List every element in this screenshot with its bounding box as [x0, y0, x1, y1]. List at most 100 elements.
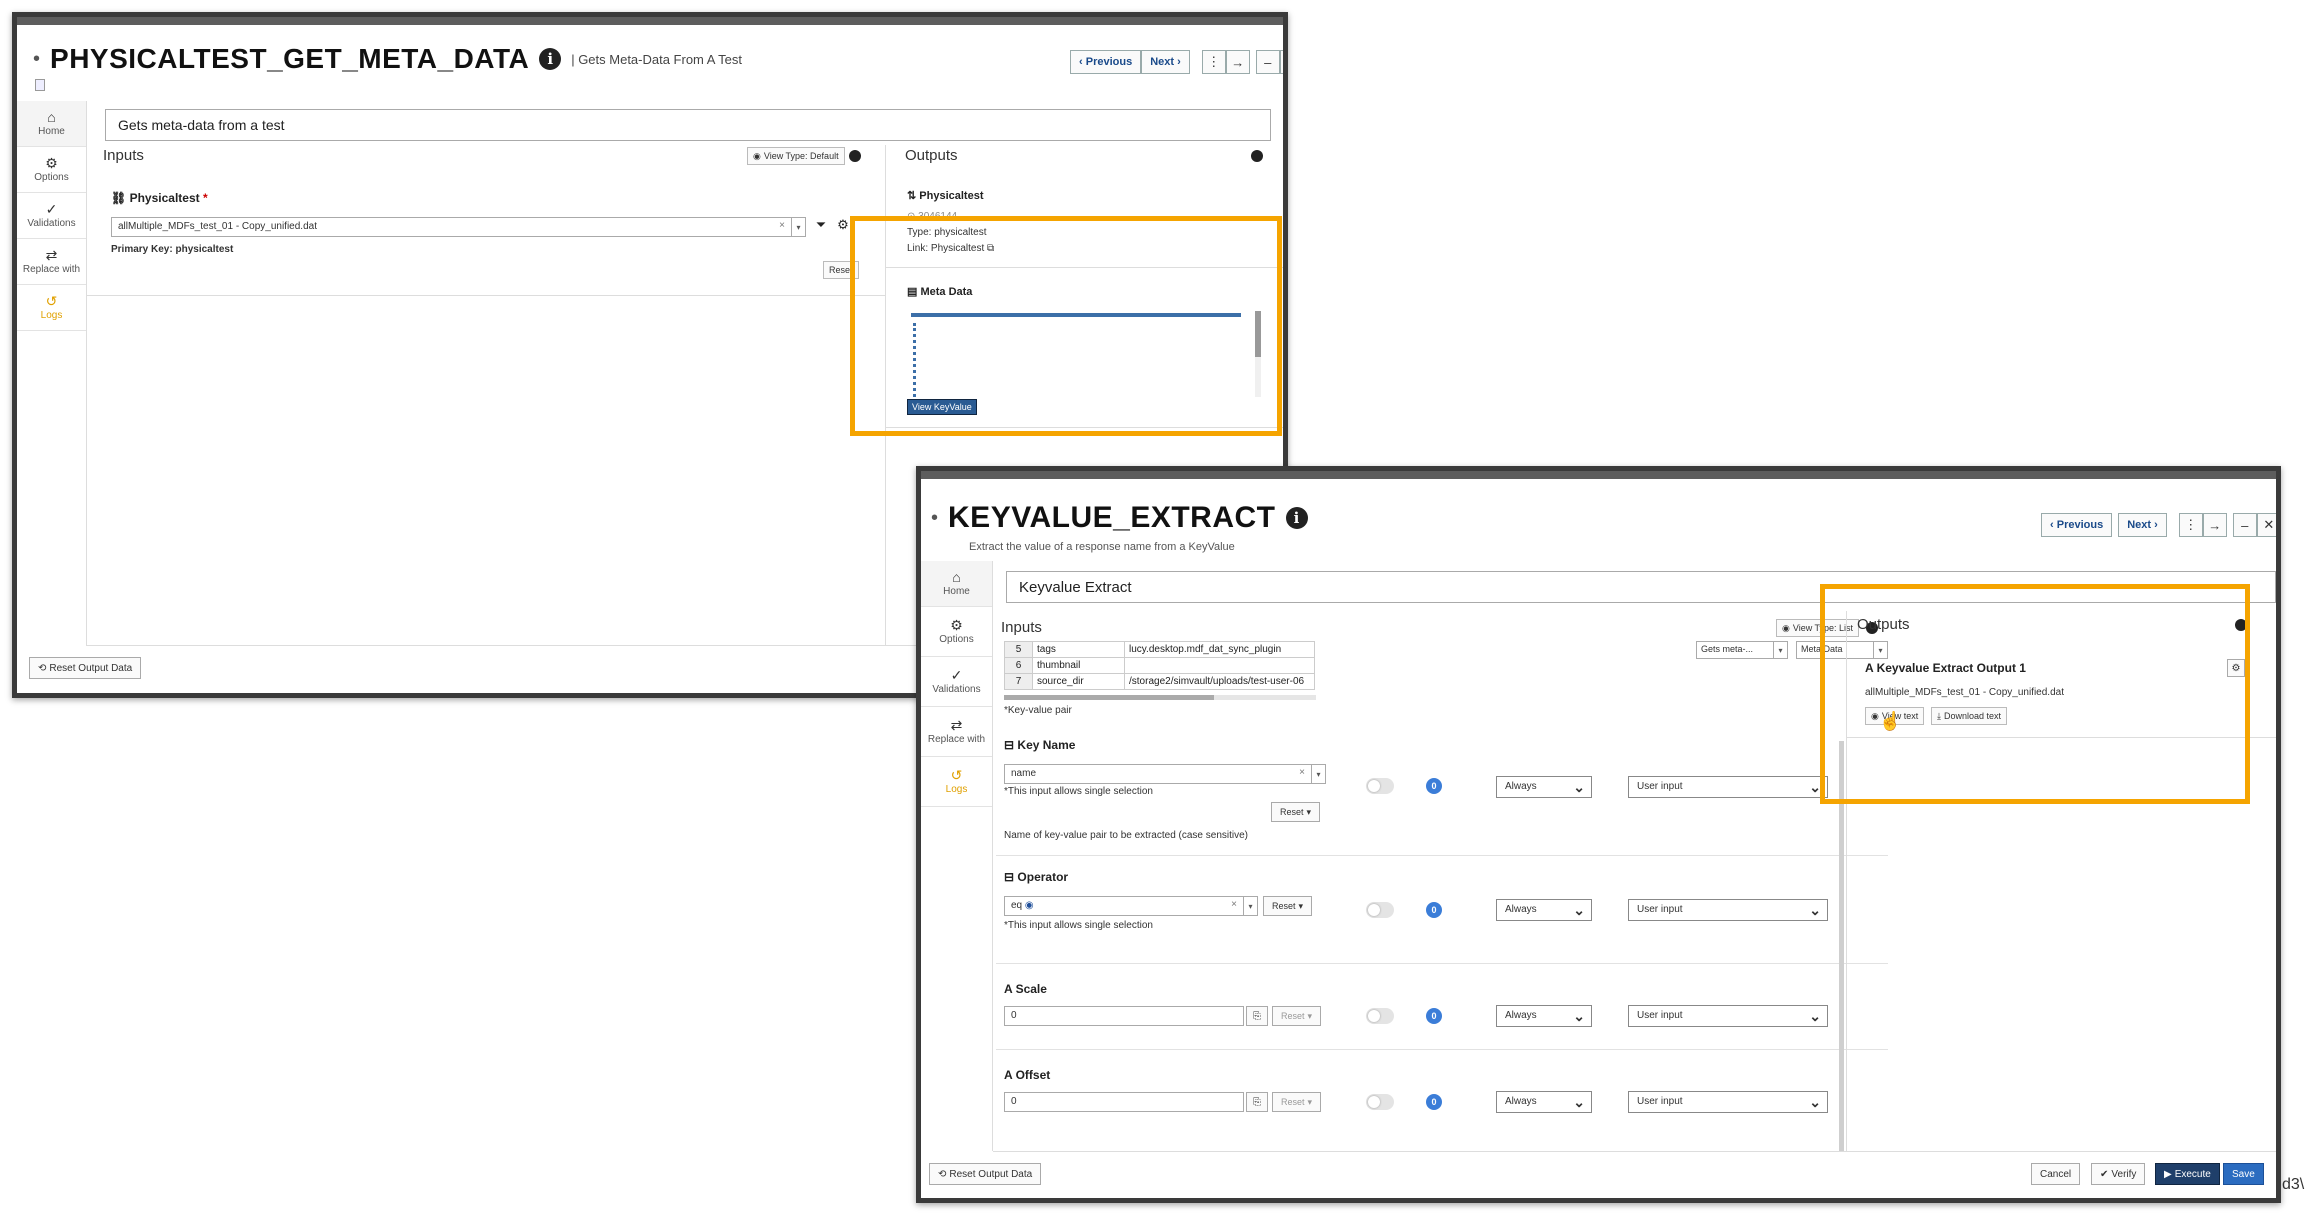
- sidebar-item-logs[interactable]: ↺ Logs: [921, 757, 992, 807]
- reset-label: Reset: [1280, 807, 1304, 817]
- inputs-label: Inputs: [1001, 619, 1042, 636]
- reset-button[interactable]: Reset ▾: [1263, 896, 1313, 916]
- arrow-right-icon[interactable]: →: [2202, 513, 2227, 537]
- arrow-right-icon[interactable]: →: [1225, 50, 1250, 74]
- sort-icon: ⇅: [907, 190, 917, 202]
- sidebar-item-validations[interactable]: ✓ Validations: [17, 193, 86, 239]
- more-icon[interactable]: ⋮: [1201, 50, 1226, 74]
- source-select-2[interactable]: Meta Data ▾: [1796, 641, 1888, 659]
- clear-icon[interactable]: ×: [1231, 899, 1237, 910]
- cancel-button[interactable]: Cancel: [2031, 1163, 2081, 1185]
- settings-icon[interactable]: [1251, 150, 1263, 162]
- description-field[interactable]: Keyvalue Extract: [1006, 571, 2276, 603]
- sidebar-item-logs[interactable]: ↺ Logs: [17, 285, 86, 331]
- toggle-switch[interactable]: [1366, 902, 1394, 918]
- verify-button[interactable]: ✔ Verify: [2091, 1163, 2146, 1185]
- source-dropdown[interactable]: User input ⌄: [1628, 776, 1828, 798]
- key-name-select[interactable]: name × ▾: [1004, 764, 1326, 784]
- previous-button[interactable]: ‹ Previous: [1070, 50, 1142, 74]
- sidebar-item-replace-with[interactable]: ⇄ Replace with: [17, 239, 86, 285]
- chevron-down-icon[interactable]: ▾: [1773, 642, 1787, 658]
- chevron-down-icon[interactable]: ▾: [791, 218, 805, 236]
- offset-input[interactable]: 0: [1004, 1092, 1244, 1112]
- table-icon: ▤: [907, 286, 918, 298]
- download-text-button[interactable]: ⤓ Download text: [1931, 707, 2008, 725]
- source-dropdown[interactable]: User input ⌄: [1628, 1005, 1828, 1027]
- minimize-icon[interactable]: –: [1255, 50, 1280, 74]
- reset-button[interactable]: Reset ▾: [1271, 802, 1321, 822]
- source-dropdown[interactable]: User input ⌄: [1628, 1091, 1828, 1113]
- more-icon[interactable]: ⋮: [2178, 513, 2203, 537]
- collapse-icon[interactable]: ⊟: [1004, 870, 1014, 884]
- viewer-scrollbar[interactable]: [1255, 311, 1261, 397]
- mode-dropdown[interactable]: Always ⌄: [1496, 1005, 1592, 1027]
- reset-label: Reset: [1272, 901, 1296, 911]
- toggle-switch[interactable]: [1366, 1094, 1394, 1110]
- view-type-label: View Type: Default: [763, 151, 839, 161]
- sidebar-item-options[interactable]: ⚙ Options: [921, 607, 992, 657]
- minimize-icon[interactable]: –: [2232, 513, 2257, 537]
- physicaltest-select[interactable]: allMultiple_MDFs_test_01 - Copy_unified.…: [111, 217, 806, 237]
- sidebar-label: Home: [38, 126, 65, 137]
- chevron-down-icon[interactable]: ▾: [1873, 642, 1887, 658]
- view-type-button[interactable]: ◉ View Type: Default: [747, 147, 845, 165]
- mode-dropdown[interactable]: Always ⌄: [1496, 776, 1592, 798]
- sidebar-label: Replace with: [927, 734, 986, 745]
- mode-dropdown[interactable]: Always ⌄: [1496, 899, 1592, 921]
- primary-key-text: Primary Key: physicaltest: [111, 244, 234, 255]
- single-selection-note: *This input allows single selection: [1004, 786, 1153, 797]
- table-scrollbar[interactable]: [1004, 695, 1316, 700]
- sidebar-item-home[interactable]: ⌂ Home: [17, 101, 86, 147]
- settings-icon[interactable]: [2235, 619, 2247, 631]
- next-button[interactable]: Next ›: [2118, 513, 2167, 537]
- attach-icon[interactable]: ⎘: [1246, 1092, 1268, 1112]
- description-field[interactable]: Gets meta-data from a test: [105, 109, 1271, 141]
- reset-output-data-button[interactable]: ⟲ Reset Output Data: [929, 1163, 1042, 1185]
- clear-icon[interactable]: ×: [1299, 767, 1305, 778]
- info-icon[interactable]: i: [539, 48, 562, 70]
- reset-button[interactable]: Reset ▾: [1272, 1092, 1322, 1112]
- caret-down-icon: ▾: [1306, 806, 1312, 817]
- operator-select[interactable]: eq ◉ × ▾: [1004, 896, 1258, 916]
- close-icon[interactable]: ✕: [2256, 513, 2276, 537]
- view-keyvalue-button[interactable]: View KeyValue: [907, 399, 977, 415]
- row-number-cell: 5: [1004, 641, 1033, 658]
- attach-icon[interactable]: ⎘: [1246, 1006, 1268, 1026]
- output-gear-icon[interactable]: ⚙: [2227, 659, 2245, 677]
- info-icon[interactable]: i: [1285, 507, 1308, 529]
- inputs-scrollbar[interactable]: [1839, 741, 1844, 1151]
- source-select-1[interactable]: Gets meta-... ▾: [1696, 641, 1788, 659]
- toggle-switch[interactable]: [1366, 778, 1394, 794]
- reset-output-data-button[interactable]: ⟲ Reset Output Data: [29, 657, 142, 679]
- sidebar-item-validations[interactable]: ✓ Validations: [921, 657, 992, 707]
- sidebar-item-options[interactable]: ⚙ Options: [17, 147, 86, 193]
- sidebar-item-home[interactable]: ⌂ Home: [921, 561, 992, 607]
- next-button[interactable]: Next ›: [1141, 50, 1190, 74]
- reset-button[interactable]: Reset ▾: [1272, 1006, 1322, 1026]
- execute-button[interactable]: ▶ Execute: [2155, 1163, 2220, 1185]
- reset-button[interactable]: Reset: [823, 261, 859, 279]
- mode-dropdown[interactable]: Always ⌄: [1496, 1091, 1592, 1113]
- meta-data-viewer[interactable]: [907, 307, 1263, 401]
- settings-icon[interactable]: [849, 150, 861, 162]
- clear-icon[interactable]: ×: [779, 220, 785, 231]
- save-button[interactable]: Save: [2223, 1163, 2264, 1185]
- chevron-down-icon[interactable]: ▾: [1243, 897, 1257, 915]
- meta-data-text: Meta Data: [920, 286, 973, 298]
- gear-icon[interactable]: ⚙: [833, 217, 853, 237]
- output-type: Type: physicaltest: [907, 227, 987, 238]
- panel-divider: [885, 145, 886, 645]
- filter-icon[interactable]: ⏷: [811, 217, 831, 237]
- source-dropdown[interactable]: User input ⌄: [1628, 899, 1828, 921]
- dropdown-value: Always: [1505, 904, 1537, 915]
- chevron-down-icon[interactable]: ▾: [1311, 765, 1325, 783]
- output-link[interactable]: Link: Physicaltest ⧉: [907, 243, 994, 254]
- close-icon[interactable]: ✕: [1279, 50, 1283, 74]
- bullet: •: [33, 47, 41, 70]
- scale-input[interactable]: 0: [1004, 1006, 1244, 1026]
- sidebar-item-replace-with[interactable]: ⇄ Replace with: [921, 707, 992, 757]
- previous-button[interactable]: ‹ Previous: [2041, 513, 2113, 537]
- collapse-icon[interactable]: ⊟: [1004, 738, 1014, 752]
- output-id-text: 3046144: [918, 211, 958, 222]
- toggle-switch[interactable]: [1366, 1008, 1394, 1024]
